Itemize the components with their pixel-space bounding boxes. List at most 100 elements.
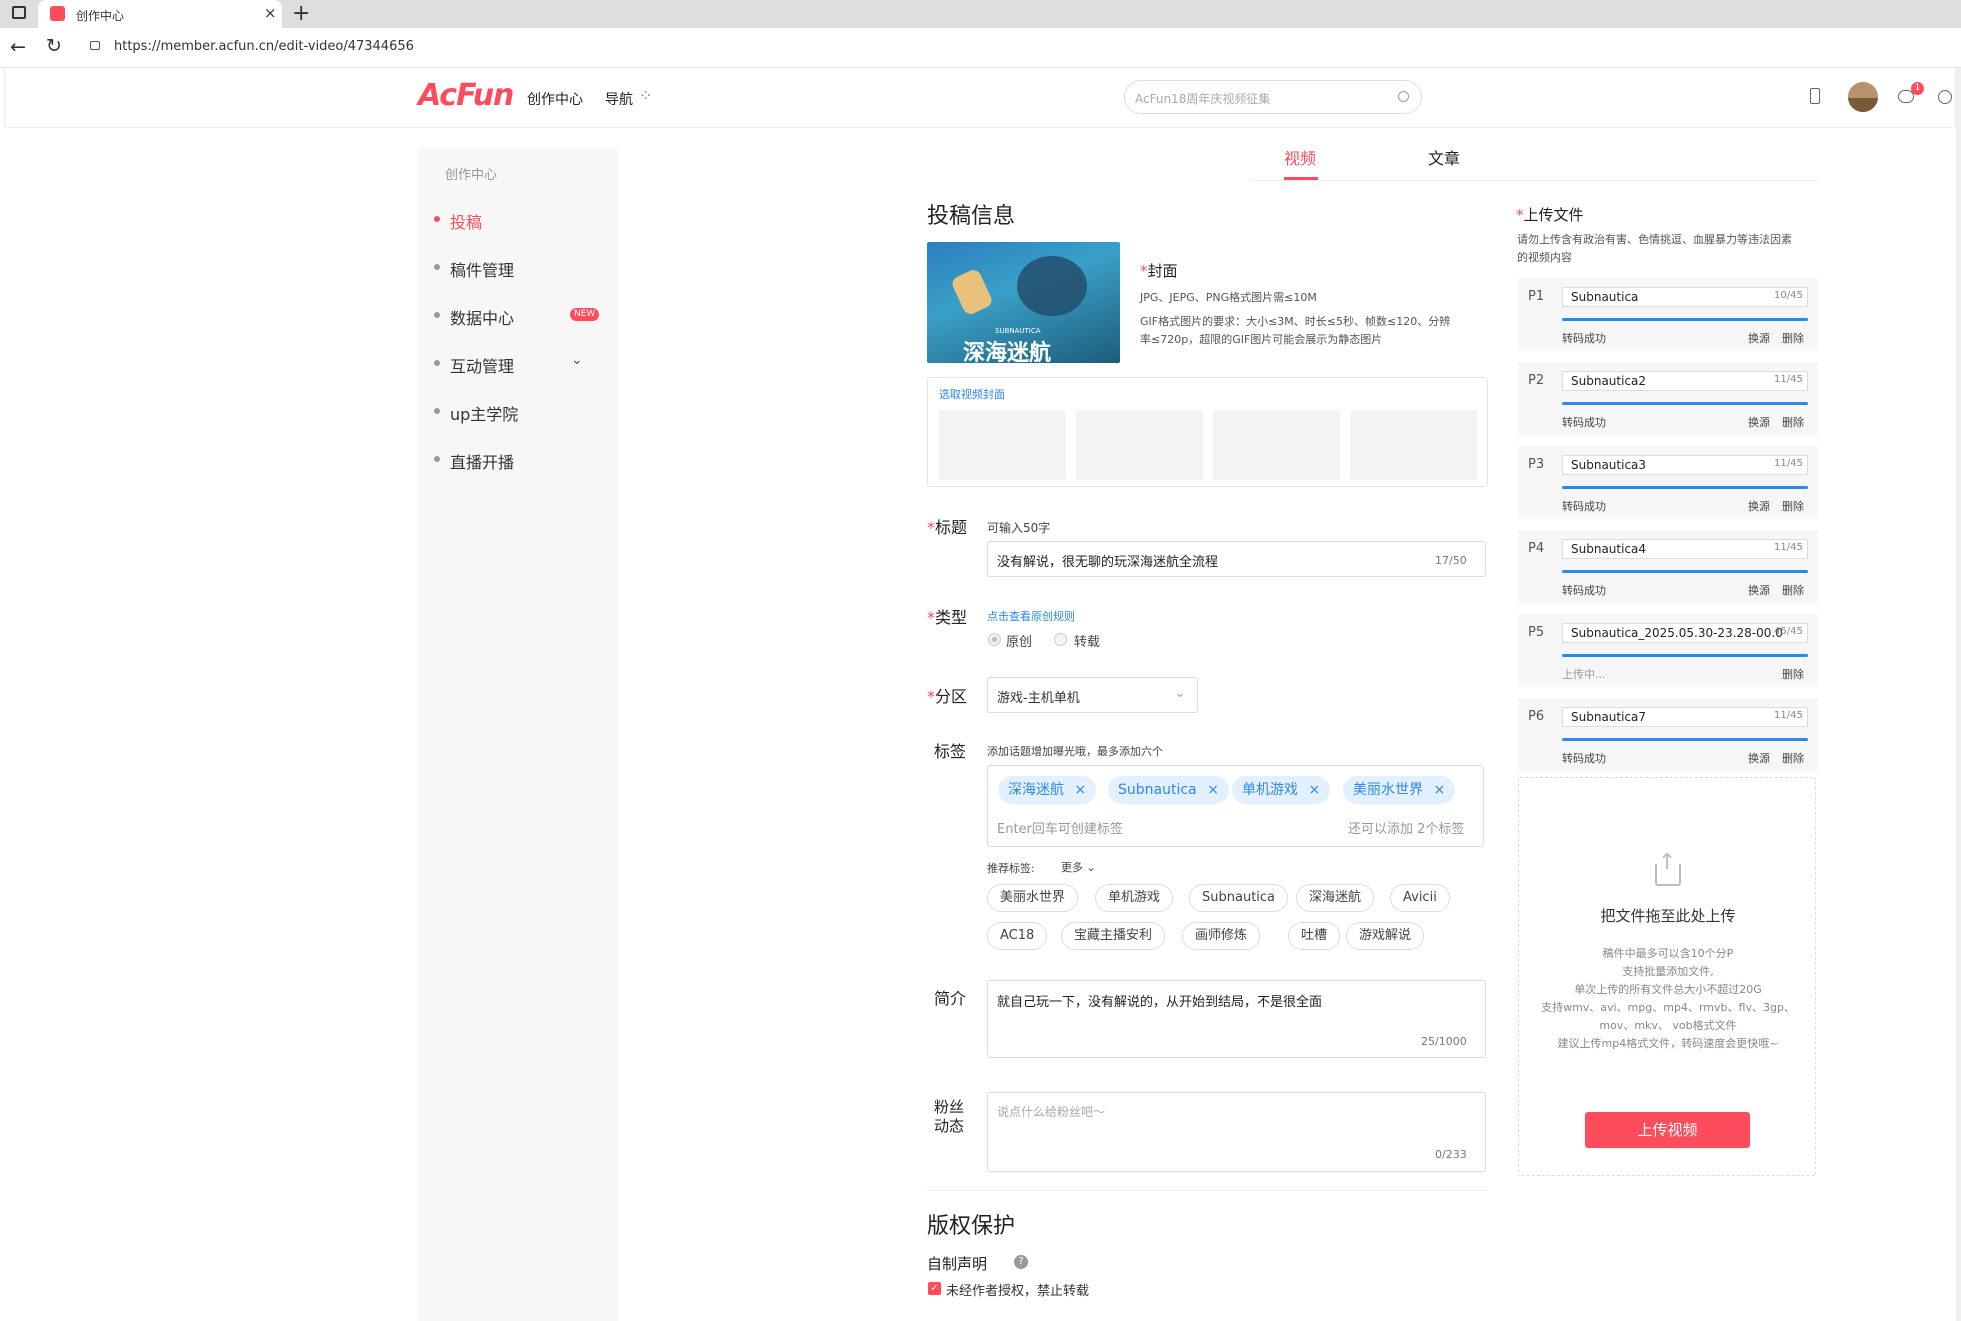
grid-icon[interactable]: ⁘: [639, 86, 652, 105]
tab-video[interactable]: 视频: [1284, 145, 1316, 169]
notification-badge: 1: [1911, 82, 1924, 95]
drop-line: 稿件中最多可以含10个分P: [1602, 947, 1734, 960]
cover-gif-req2: 率≤720p，超限的GIF图片可能会展示为静态图片: [1140, 333, 1383, 346]
select-cover-link[interactable]: 选取视频封面: [939, 386, 1005, 402]
mobile-icon[interactable]: [1810, 88, 1820, 104]
part-status: 转码成功: [1562, 752, 1606, 765]
recommended-tag[interactable]: 画师修炼: [1182, 922, 1261, 950]
close-icon[interactable]: ×: [1433, 782, 1445, 798]
recommended-tag[interactable]: 吐槽: [1288, 922, 1341, 950]
tab-list-icon[interactable]: [12, 6, 26, 19]
drop-line: 单次上传的所有文件总大小不超过20G: [1574, 983, 1762, 996]
recommended-tag[interactable]: Avicii: [1390, 884, 1450, 912]
search-box[interactable]: AcFun18周年庆视频征集: [1124, 80, 1422, 114]
replace-source-button[interactable]: 换源: [1748, 414, 1770, 430]
delete-part-button[interactable]: 删除: [1782, 750, 1804, 766]
part-name-input[interactable]: Subnautica7: [1562, 707, 1808, 727]
close-icon[interactable]: ×: [1207, 782, 1219, 798]
scrollbar[interactable]: [1956, 68, 1961, 1321]
no-repost-checkbox[interactable]: ✓: [928, 1282, 941, 1295]
replace-source-button[interactable]: 换源: [1748, 582, 1770, 598]
part-name-input[interactable]: Subnautica3: [1562, 455, 1808, 475]
close-icon[interactable]: ×: [1074, 782, 1086, 798]
original-rules-link[interactable]: 点击查看原创规则: [987, 608, 1075, 624]
new-tab-icon[interactable]: +: [292, 1, 310, 26]
search-input[interactable]: AcFun18周年庆视频征集: [1135, 90, 1270, 107]
replace-source-button[interactable]: 换源: [1748, 750, 1770, 766]
cover-thumb[interactable]: [939, 410, 1066, 480]
part-status: 转码成功: [1562, 500, 1606, 513]
part-name: Subnautica: [1571, 290, 1639, 304]
section-divider: [927, 1190, 1488, 1191]
recommended-tag[interactable]: 单机游戏: [1095, 884, 1174, 912]
close-icon[interactable]: ×: [1308, 782, 1320, 798]
replace-source-button[interactable]: 换源: [1748, 330, 1770, 346]
tab-close-icon[interactable]: ×: [264, 4, 277, 22]
title-input-value: 没有解说，很无聊的玩深海迷航全流程: [997, 555, 1219, 570]
replace-source-button[interactable]: 换源: [1748, 498, 1770, 514]
upload-video-button[interactable]: 上传视频: [1585, 1112, 1750, 1148]
reload-icon[interactable]: ↻: [46, 35, 62, 57]
recommended-tag[interactable]: AC18: [987, 922, 1048, 950]
upload-part-card: P6 Subnautica7 11/45 转码成功 换源 删除: [1518, 698, 1818, 771]
part-name-input[interactable]: Subnautica4: [1562, 539, 1808, 559]
recommended-tag[interactable]: 美丽水世界: [987, 884, 1079, 912]
cover-thumb[interactable]: [1213, 410, 1340, 480]
tag-input[interactable]: Enter回车可创建标签: [997, 818, 1123, 837]
acfun-logo[interactable]: AcFun: [418, 78, 514, 113]
sidebar-title: 创作中心: [445, 168, 498, 183]
delete-part-button[interactable]: 删除: [1782, 666, 1804, 682]
recommended-tag[interactable]: 宝藏主播安利: [1061, 922, 1166, 950]
radio-repost-label[interactable]: 转载: [1074, 631, 1100, 650]
cover-thumb[interactable]: [1076, 410, 1203, 480]
zone-select[interactable]: 游戏-主机单机 ⌄: [987, 677, 1198, 713]
tag-chip[interactable]: 美丽水世界 ×: [1343, 776, 1456, 804]
radio-original[interactable]: [988, 633, 1001, 646]
chevron-down-icon: ⌄: [1174, 685, 1186, 701]
more-tags-link[interactable]: 更多 ⌄: [1061, 859, 1096, 875]
avatar[interactable]: [1848, 82, 1878, 112]
delete-part-button[interactable]: 删除: [1782, 414, 1804, 430]
chevron-down-icon[interactable]: ⌄: [571, 352, 583, 368]
part-name-input[interactable]: Subnautica: [1562, 287, 1808, 307]
copyright-title: 版权保护: [927, 1214, 1016, 1239]
cover-image[interactable]: SUBNAUTICA 深海迷航: [927, 242, 1120, 363]
nav-guide[interactable]: 导航: [605, 89, 633, 109]
part-name-count: 11/45: [1774, 458, 1803, 469]
cover-thumb[interactable]: [1350, 410, 1477, 480]
sidebar-item-manuscripts[interactable]: 稿件管理: [450, 257, 514, 281]
back-icon[interactable]: ←: [10, 36, 26, 58]
browser-tab[interactable]: 创作中心 ×: [38, 0, 282, 28]
tab-article[interactable]: 文章: [1428, 145, 1460, 169]
tag-chip[interactable]: Subnautica ×: [1108, 776, 1229, 804]
drop-zone[interactable]: ↑ 把文件拖至此处上传 稿件中最多可以含10个分P 支持批量添加文件, 单次上传…: [1518, 777, 1816, 1176]
delete-part-button[interactable]: 删除: [1782, 582, 1804, 598]
no-repost-label[interactable]: 未经作者授权，禁止转载: [946, 1280, 1089, 1299]
desc-textarea[interactable]: 就自己玩一下，没有解说的，从开始到结局，不是很全面 25/1000: [987, 980, 1486, 1058]
delete-part-button[interactable]: 删除: [1782, 498, 1804, 514]
url-field[interactable]: https://member.acfun.cn/edit-video/47344…: [80, 33, 1960, 61]
tag-chip[interactable]: 单机游戏 ×: [1232, 776, 1331, 804]
sidebar-bullet: [434, 264, 440, 270]
nav-creation-center[interactable]: 创作中心: [527, 89, 583, 109]
sidebar-item-submit[interactable]: 投稿: [450, 209, 482, 233]
recommended-tag[interactable]: 深海迷航: [1296, 884, 1375, 912]
title-input[interactable]: 没有解说，很无聊的玩深海迷航全流程 17/50: [987, 541, 1486, 577]
radio-original-label[interactable]: 原创: [1006, 631, 1032, 650]
radio-repost[interactable]: [1054, 633, 1067, 646]
fans-label-1: 粉丝: [934, 1098, 965, 1116]
part-name-input[interactable]: Subnautica2: [1562, 371, 1808, 391]
history-icon[interactable]: [1938, 90, 1952, 104]
sidebar-item-interaction[interactable]: 互动管理: [450, 353, 514, 377]
sidebar-item-live[interactable]: 直播开播: [450, 449, 514, 473]
help-icon[interactable]: ?: [1014, 1255, 1028, 1269]
part-name-input[interactable]: Subnautica_2025.05.30-23.28-00.0: [1562, 623, 1808, 643]
fans-textarea[interactable]: 说点什么给粉丝吧～ 0/233: [987, 1092, 1486, 1172]
recommended-tag[interactable]: 游戏解说: [1346, 922, 1425, 950]
search-icon[interactable]: [1398, 91, 1409, 102]
delete-part-button[interactable]: 删除: [1782, 330, 1804, 346]
sidebar-item-academy[interactable]: up主学院: [450, 401, 518, 425]
sidebar-item-data-center[interactable]: 数据中心: [450, 305, 514, 329]
recommended-tag[interactable]: Subnautica: [1189, 884, 1289, 912]
tag-chip[interactable]: 深海迷航 ×: [998, 776, 1097, 804]
